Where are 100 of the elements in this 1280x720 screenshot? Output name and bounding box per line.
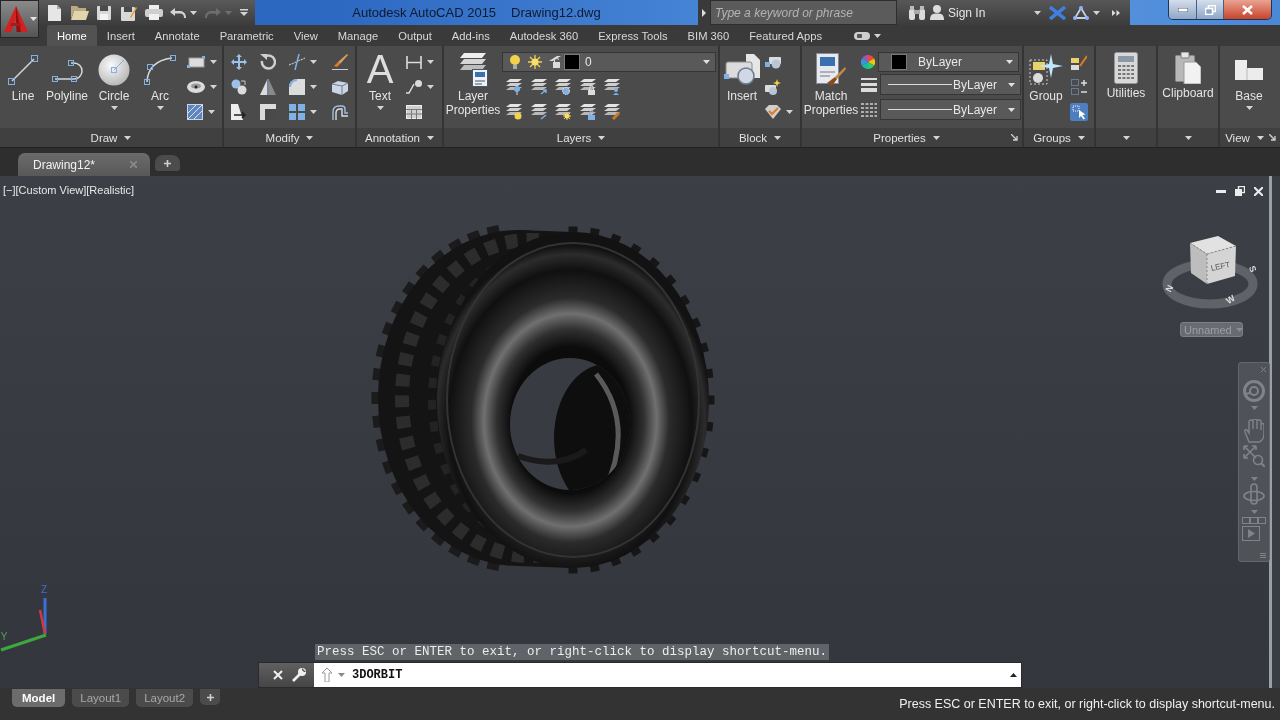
caret-icon[interactable] <box>1184 135 1192 140</box>
caret-icon[interactable] <box>1122 135 1130 140</box>
layers-bulb-icon[interactable] <box>506 103 523 120</box>
caret-icon[interactable] <box>210 84 217 89</box>
caret-icon[interactable] <box>774 135 782 140</box>
layers-arrow-icon[interactable] <box>530 78 547 95</box>
fillet-icon[interactable] <box>289 78 305 95</box>
layers-brush-icon[interactable] <box>604 103 621 120</box>
group-select-icon[interactable] <box>1070 102 1088 121</box>
rectangle-icon[interactable] <box>187 56 205 68</box>
stretch-icon[interactable] <box>230 103 247 120</box>
ribbon-button[interactable]: Arc <box>139 50 181 110</box>
copy-icon[interactable] <box>230 78 247 95</box>
new-layout-button[interactable] <box>200 689 221 705</box>
rotate-icon[interactable] <box>259 54 276 70</box>
ribbon-button[interactable]: Match Properties <box>804 50 858 117</box>
trim-icon[interactable] <box>289 54 305 70</box>
ribbon-tab[interactable]: Home <box>47 25 97 46</box>
caret-icon[interactable] <box>427 60 434 64</box>
launcher-icon[interactable] <box>1269 134 1276 141</box>
layer-pin-icon[interactable] <box>506 78 523 95</box>
visual-style-menu[interactable]: [Realistic] <box>86 184 134 196</box>
box-icon[interactable] <box>331 78 348 95</box>
viewport-controls-menu[interactable]: [−] <box>3 184 16 196</box>
ribbon-tab[interactable]: Add-ins <box>441 25 500 46</box>
sign-in-button[interactable]: Sign In <box>948 5 986 20</box>
ribbon-tab[interactable]: Output <box>388 25 442 46</box>
lineweight-icon[interactable] <box>861 77 877 92</box>
caret-icon[interactable] <box>1034 10 1042 15</box>
undo-icon[interactable] <box>170 7 186 18</box>
block-shapes-icon[interactable] <box>765 55 781 69</box>
binoculars-icon[interactable] <box>909 5 925 20</box>
printer-icon[interactable] <box>145 5 163 20</box>
ribbon-button[interactable]: Group <box>1026 50 1066 103</box>
caret-icon[interactable] <box>310 60 317 64</box>
ribbon-tab[interactable]: Parametric <box>209 25 284 46</box>
ribbon-button[interactable]: Polyline <box>45 50 89 103</box>
view-menu[interactable]: [Custom View] <box>15 184 87 196</box>
app-menu-button[interactable] <box>0 0 39 38</box>
caret-icon[interactable] <box>124 135 132 140</box>
caret-icon[interactable] <box>598 135 606 140</box>
ribbon-button[interactable]: Circle <box>93 50 135 110</box>
caret-icon[interactable] <box>210 60 217 64</box>
hatch-icon[interactable] <box>187 103 203 120</box>
ribbon-tab[interactable]: BIM 360 <box>677 25 740 46</box>
ribbon-button[interactable]: A Text <box>360 50 400 110</box>
brush-icon[interactable] <box>331 54 348 70</box>
linetype-dropdown[interactable]: ByLayer <box>880 99 1021 120</box>
caret-icon[interactable] <box>1077 135 1085 140</box>
caret-icon[interactable] <box>1256 135 1264 140</box>
save-icon[interactable] <box>97 5 111 20</box>
cross-icon[interactable] <box>1049 5 1067 20</box>
layers-sun-icon[interactable] <box>555 103 572 120</box>
leader-icon[interactable] <box>406 79 422 94</box>
restore-icon[interactable] <box>1235 186 1245 196</box>
group-list-icon[interactable] <box>1071 78 1087 95</box>
linetype-icon[interactable] <box>861 102 877 117</box>
expand-arrow-icon[interactable] <box>702 8 706 17</box>
caret-icon[interactable] <box>208 109 215 114</box>
caret-icon[interactable] <box>190 10 197 15</box>
file-tab[interactable]: Drawing12* <box>18 153 150 176</box>
color-wheel-icon[interactable] <box>861 55 875 69</box>
caret-icon[interactable] <box>310 109 317 114</box>
layer-lock-icon[interactable] <box>579 78 596 95</box>
ribbon-tab[interactable]: Manage <box>327 25 389 46</box>
layout-tab[interactable]: Layout2 <box>136 689 194 707</box>
ribbon-tab[interactable]: Express Tools <box>588 25 678 46</box>
offset-icon[interactable] <box>331 103 348 120</box>
caret-icon[interactable] <box>427 135 434 140</box>
layer-gear-icon[interactable] <box>555 78 572 95</box>
caret-icon[interactable] <box>310 84 317 89</box>
ribbon-button[interactable]: Line <box>1 50 45 103</box>
array-icon[interactable] <box>289 103 305 120</box>
caret-icon[interactable] <box>306 135 314 140</box>
ribbon-tab[interactable]: View <box>283 25 328 46</box>
ribbon-button[interactable]: Layer Properties <box>446 50 500 117</box>
minimize-button[interactable] <box>1169 0 1197 19</box>
layout-tab[interactable]: Layout1 <box>72 689 130 707</box>
caret-icon[interactable] <box>1093 10 1101 15</box>
folder-icon[interactable] <box>71 5 89 20</box>
ribbon-tab[interactable]: Autodesk 360 <box>499 25 589 46</box>
layout-tab[interactable]: Model <box>12 689 66 707</box>
close-button[interactable] <box>1224 0 1271 19</box>
move-icon[interactable] <box>230 54 247 70</box>
ribbon-tab[interactable]: Annotate <box>144 25 210 46</box>
mirror-icon[interactable] <box>259 78 276 95</box>
ribbon-button[interactable]: Insert <box>722 50 762 103</box>
layers-arrow-icon[interactable] <box>530 103 547 120</box>
minimize-icon[interactable] <box>1216 189 1226 193</box>
triangle-nodes-icon[interactable] <box>1073 5 1090 20</box>
restore-button[interactable] <box>1197 0 1224 19</box>
layer-dropdown[interactable]: 0 <box>502 52 716 72</box>
double-arrow-icon[interactable] <box>1112 9 1121 16</box>
dimension-icon[interactable] <box>406 55 422 69</box>
caret-icon[interactable] <box>427 84 434 89</box>
save-as-icon[interactable] <box>121 4 137 21</box>
toggle-icon[interactable] <box>854 31 871 40</box>
table-icon[interactable] <box>406 104 422 119</box>
launcher-icon[interactable] <box>1011 134 1018 141</box>
new-tab-button[interactable] <box>155 155 180 171</box>
